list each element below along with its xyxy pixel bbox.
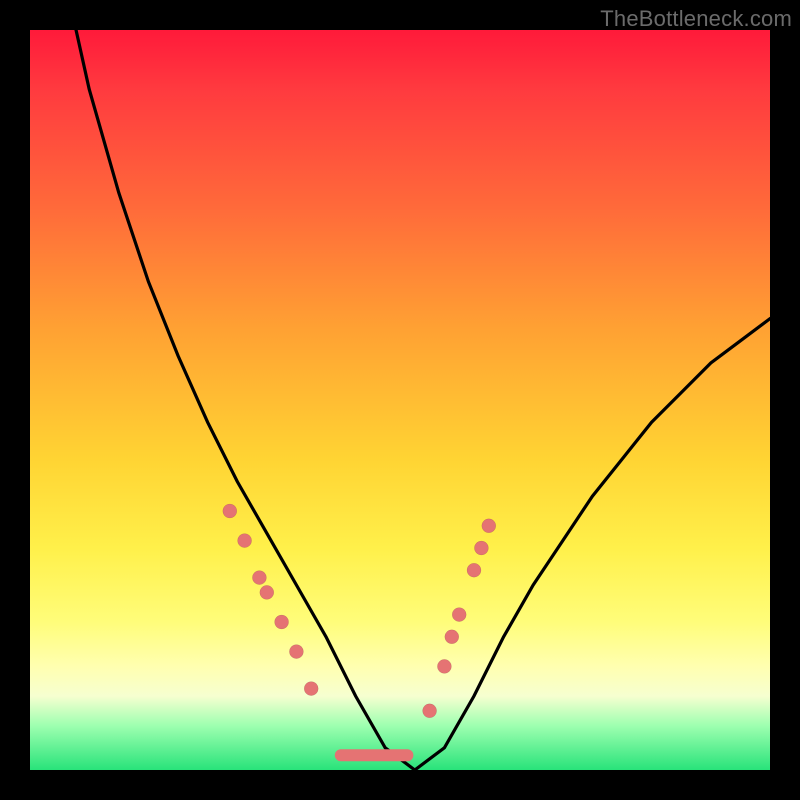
curve-dot <box>289 645 303 659</box>
curve-dot <box>452 608 466 622</box>
curve-dot <box>467 563 481 577</box>
curve-dot <box>437 659 451 673</box>
curve-dot <box>445 630 459 644</box>
curve-dot <box>304 682 318 696</box>
bottleneck-curve <box>30 30 770 770</box>
curve-line <box>30 30 770 770</box>
curve-dot <box>482 519 496 533</box>
curve-dot <box>260 585 274 599</box>
curve-dot <box>423 704 437 718</box>
watermark-text: TheBottleneck.com <box>600 6 792 32</box>
curve-dot <box>252 571 266 585</box>
curve-dot <box>474 541 488 555</box>
curve-markers <box>223 504 496 718</box>
chart-frame: TheBottleneck.com <box>0 0 800 800</box>
curve-dot <box>223 504 237 518</box>
curve-dot <box>238 534 252 548</box>
curve-dot <box>275 615 289 629</box>
plot-area <box>30 30 770 770</box>
